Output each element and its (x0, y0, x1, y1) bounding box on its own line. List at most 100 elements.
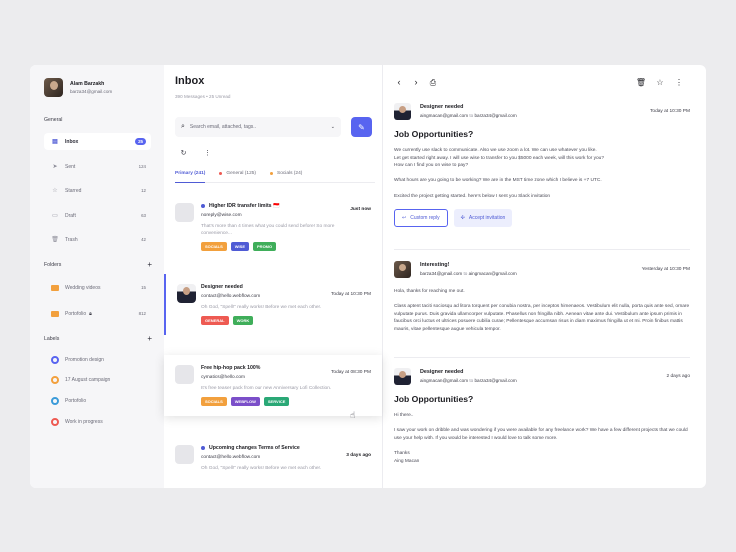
label-color-icon (51, 417, 59, 426)
general-section-title: General (44, 117, 63, 123)
folder-icon (51, 284, 59, 291)
tag-socials[interactable]: SOCIALS (201, 242, 227, 251)
send-icon: ➤ (52, 164, 58, 170)
custom-reply-button[interactable]: ↩ Custom reply (394, 209, 448, 228)
mail-subject: Higher IDR transfer limits 🇮🇩 (209, 203, 280, 209)
mail-preview: Oh God, "Spell!" really works! Before we… (201, 466, 322, 471)
forward-arrow-icon[interactable]: › (409, 77, 423, 87)
more-options-icon[interactable]: ⋮ (672, 78, 686, 87)
tab-label: General (125) (226, 171, 257, 176)
recipient-email: barza34@gmail.com (474, 378, 517, 383)
tag-general[interactable]: GENERAL (201, 316, 229, 325)
sidebar-item-sent[interactable]: ➤ Sent 124 (44, 158, 151, 175)
label-item-work-in-progress[interactable]: Work in progress (44, 413, 151, 430)
sidebar-item-trash[interactable]: 🗑︎ Trash 42 (44, 231, 151, 248)
tag-socials[interactable]: SOCIALS (201, 397, 227, 406)
mail-list-item[interactable]: Upcoming changes Terms of Service contac… (164, 435, 382, 482)
item-count: 42 (141, 237, 146, 242)
chevron-down-icon[interactable]: ⌄ (331, 124, 335, 130)
tag-promo[interactable]: PROMO (253, 242, 277, 251)
label-name: Work in progress (65, 418, 103, 425)
message-date: 2 days ago (666, 374, 690, 379)
sender-avatar (175, 445, 194, 464)
label-color-icon (51, 355, 59, 364)
user-email: barza34@gmail.com (70, 89, 113, 94)
tab-general[interactable]: General (125) (219, 169, 256, 182)
print-icon[interactable]: ⎙ (426, 78, 440, 88)
tag-work[interactable]: WORK (232, 316, 254, 325)
accept-invitation-button[interactable]: ✣ Accept invitation (453, 209, 513, 228)
slack-icon: ✣ (460, 215, 465, 222)
refresh-icon[interactable]: ↻ (176, 145, 191, 160)
draft-icon: ▭ (52, 213, 58, 219)
sender-email: aingmacan@gmail.com (420, 113, 469, 118)
label-item-portofolio[interactable]: Portofolio (44, 392, 151, 409)
label-item-promotion-design[interactable]: Promotion design (44, 351, 151, 368)
user-profile[interactable]: Alam Barzakh barza34@gmail.com (44, 78, 112, 97)
recipient-email: barza34@gmail.com (474, 113, 517, 118)
tag-service[interactable]: SERVICE (263, 397, 290, 406)
star-icon[interactable]: ☆ (653, 78, 667, 87)
tab-label: Socials (24) (277, 171, 303, 176)
mail-sender: cymatics@hello.com (201, 375, 246, 380)
add-label-icon[interactable]: + (147, 335, 152, 343)
unread-dot-icon (201, 446, 205, 450)
sidebar-item-label: Sent (65, 163, 76, 170)
tag-wise[interactable]: WISE (230, 242, 250, 251)
message-body: Hi there.. I saw your work on dribble an… (394, 413, 688, 464)
to-word: to (463, 271, 468, 276)
message-subject: Job Opportunities? (394, 129, 474, 139)
mail-list-item-selected[interactable]: Designer needed contact@hello.webflow.co… (164, 274, 382, 335)
lock-icon: 🔒︎ (89, 310, 92, 317)
folder-label: Wedding videos (65, 284, 101, 291)
sidebar-item-starred[interactable]: ☆ Starred 12 (44, 182, 151, 199)
search-input[interactable]: ⌕ Search email, attached, tags.. ⌄ (175, 117, 341, 137)
more-options-icon[interactable]: ⋮ (200, 145, 215, 160)
sidebar-item-label: Inbox (65, 138, 79, 145)
user-name: Alam Barzakh (70, 81, 105, 87)
email-message: Designer needed aingmacan@gmail.com to b… (394, 103, 690, 228)
to-word: to (469, 113, 474, 118)
mail-list-item[interactable]: Free hip-hop pack 100% cymatics@hello.co… (164, 355, 382, 416)
message-subject: Job Opportunities? (394, 394, 474, 404)
pencil-icon: ✎ (358, 122, 365, 132)
sender-avatar (394, 261, 411, 278)
avatar (44, 78, 63, 97)
star-icon: ☆ (52, 188, 58, 194)
to-word: to (469, 378, 474, 383)
mail-preview: That's more than 4 times what you could … (201, 224, 335, 236)
mail-date: Just now (350, 207, 371, 212)
divider (394, 249, 690, 250)
divider (394, 357, 690, 358)
tab-socials[interactable]: Socials (24) (270, 169, 302, 182)
mail-preview: It's free teaser pack from our new Anniv… (201, 386, 332, 391)
mail-list-panel: Inbox 390 Messages • 25 Unread ⌕ Search … (164, 65, 383, 488)
folder-item-portofolio[interactable]: Portofolio 🔒︎ 812 (44, 305, 151, 322)
item-count: 12 (141, 188, 146, 193)
compose-button[interactable]: ✎ (351, 117, 372, 137)
label-item-17-august-campaign[interactable]: 17 August campaign (44, 371, 151, 388)
search-placeholder: Search email, attached, tags.. (189, 124, 257, 130)
folder-item-wedding-videos[interactable]: Wedding videos 15 (44, 279, 151, 296)
sidebar-item-label: Starred (65, 187, 82, 194)
labels-section-title: Labels (44, 336, 60, 342)
back-arrow-icon[interactable]: ‹ (392, 77, 406, 87)
message-summary: 390 Messages • 25 Unread (175, 94, 231, 99)
mail-list-item[interactable]: Higher IDR transfer limits 🇮🇩 noreply@wi… (164, 193, 382, 261)
sidebar-item-draft[interactable]: ▭ Draft 63 (44, 207, 151, 224)
sidebar-item-inbox[interactable]: ▤ Inbox 25 (44, 133, 151, 150)
tag-webflow[interactable]: WEBFLOW (230, 397, 260, 406)
tab-primary[interactable]: Primary (241) (175, 169, 206, 183)
mail-subject: Free hip-hop pack 100% (201, 365, 261, 371)
folder-count: 15 (141, 285, 146, 290)
label-color-icon (51, 375, 59, 384)
mail-sender: noreply@wise.com (201, 213, 242, 218)
add-folder-icon[interactable]: + (147, 261, 152, 269)
message-title: Designer needed (420, 104, 464, 110)
sender-avatar (175, 365, 194, 384)
socials-dot-icon (270, 172, 274, 175)
unread-count-badge: 25 (135, 138, 146, 145)
trash-icon[interactable]: 🗑︎ (634, 78, 648, 87)
folders-section-title: Folders (44, 262, 62, 268)
inbox-icon: ▤ (52, 139, 58, 145)
